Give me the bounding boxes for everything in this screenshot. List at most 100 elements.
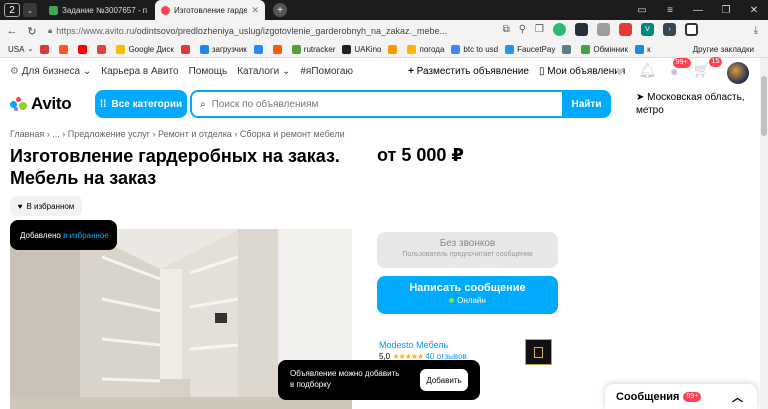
tab-close-icon[interactable]: ✕: [251, 5, 259, 16]
extension-green-icon[interactable]: [553, 23, 566, 36]
write-message-label: Написать сообщение: [409, 282, 526, 294]
avito-logo[interactable]: Avito: [10, 94, 72, 114]
catalogs-link[interactable]: Каталоги ⌄: [237, 66, 290, 77]
post-ad-link[interactable]: + Разместить объявление: [408, 66, 529, 77]
other-bookmarks-folder[interactable]: Другие закладки: [693, 45, 754, 54]
no-calls-subtitle: Пользователь предпочитает сообщения: [402, 251, 533, 258]
online-status: Онлайн: [457, 296, 486, 305]
search-button[interactable]: Найти: [562, 90, 611, 118]
bookmark-item[interactable]: загрузчик: [199, 45, 247, 54]
bookmark-item[interactable]: rutracker: [291, 45, 335, 54]
bookmark-item[interactable]: UAKino: [342, 45, 381, 54]
bookmark-label: FaucetPay: [517, 45, 556, 54]
bookmark-item[interactable]: Google Диск: [116, 45, 174, 54]
extension-red-icon[interactable]: [619, 23, 632, 36]
bookmarks-bar: USA ⌄ Google Диск загрузчик rutracker UAKino п…: [0, 42, 768, 58]
header-actions: + Разместить объявление ▯ Мои объявления: [408, 66, 625, 77]
tab-list-chevron-icon[interactable]: ⌄: [23, 3, 37, 17]
new-tab-button[interactable]: +: [273, 3, 287, 17]
all-categories-button[interactable]: ⁞⁞ Все категории: [95, 90, 187, 118]
messages-panel[interactable]: Сообщения 99+ ︿: [605, 384, 757, 409]
bookmark-item[interactable]: [562, 45, 574, 54]
extension-dark-icon[interactable]: [575, 23, 588, 36]
close-window-icon[interactable]: ✕: [740, 0, 768, 20]
bookmark-item[interactable]: [388, 45, 400, 54]
favorites-link[interactable]: в избранное: [63, 231, 109, 240]
url-field[interactable]: 🔒︎ https://www.avito.ru/odintsovo/predlo…: [48, 23, 468, 39]
cart-icon[interactable]: 🛒︎ 15: [693, 57, 723, 79]
maximize-icon[interactable]: ❐: [712, 0, 740, 20]
region-selector[interactable]: ➤ Московская область, метро: [636, 91, 746, 117]
tab-count-button[interactable]: 2: [4, 3, 20, 17]
seller-logo[interactable]: [525, 339, 552, 365]
chevron-up-icon[interactable]: ︿: [732, 389, 743, 405]
ya-pomogayu-link[interactable]: #яПомогаю: [300, 66, 353, 77]
extensions-area: ⧉ ⚲ ❒ V ›: [503, 23, 698, 36]
back-arrow-icon[interactable]: ←: [4, 25, 20, 37]
extension-arrow-icon[interactable]: ›: [663, 23, 676, 36]
bookmark-item[interactable]: [180, 45, 193, 54]
bookmark-item[interactable]: [272, 45, 285, 54]
bookmark-item[interactable]: [40, 45, 52, 54]
bookmark-item[interactable]: btc to usd: [451, 45, 498, 54]
tab-favicon-icon: [161, 5, 170, 15]
bookmark-label: погода: [419, 45, 445, 54]
notif-badge: 99+: [672, 57, 691, 68]
bookmark-item[interactable]: USA ⌄: [8, 45, 33, 54]
favorites-heart-icon[interactable]: ♥: [616, 63, 624, 79]
bookmark-item[interactable]: Обмінник: [581, 45, 628, 54]
avatar[interactable]: [727, 62, 749, 84]
plus-icon: +: [408, 66, 414, 77]
messages-icon[interactable]: ● 99+: [670, 57, 691, 79]
favorite-button[interactable]: ♥ В избранном: [10, 196, 82, 216]
url-path: /odintsovo/predlozheniya_uslug/izgotovle…: [134, 26, 448, 36]
messages-badge: 99+: [683, 391, 702, 402]
bookmark-item[interactable]: погода: [407, 45, 444, 54]
menu-icon[interactable]: ≡: [656, 0, 684, 20]
notifications-bell-icon[interactable]: 🔔︎: [638, 62, 656, 79]
page-scrollbar[interactable]: [760, 58, 768, 409]
career-link[interactable]: Карьера в Авито: [101, 66, 178, 77]
help-link[interactable]: Помощь: [189, 66, 228, 77]
search-input[interactable]: ⌕ Поиск по объявлениям: [190, 90, 565, 118]
bookmark-window-icon[interactable]: ▭: [628, 0, 656, 20]
bookmark-favicon-icon: [253, 45, 263, 54]
bookmark-item[interactable]: [97, 45, 109, 54]
for-business-link[interactable]: ⚙ Для бизнеса ⌄: [10, 66, 91, 77]
cart-badge: 15: [708, 57, 723, 67]
write-message-button[interactable]: Написать сообщение Онлайн: [377, 276, 558, 314]
extension-ring-icon[interactable]: [685, 23, 698, 36]
browser-tab-avito[interactable]: Изготовление гардероб ✕: [155, 0, 265, 20]
bookmark-item[interactable]: [78, 45, 90, 54]
seller-name[interactable]: Modesto Мебель: [379, 340, 448, 350]
breadcrumb[interactable]: Главная › ... › Предложение услуг › Ремо…: [10, 129, 345, 139]
copy-icon[interactable]: ⧉: [503, 24, 510, 35]
minimize-icon[interactable]: —: [684, 0, 712, 20]
browser-tab-bar: 2 ⌄ Задание №3007657 - про Изготовление …: [0, 0, 768, 20]
search-icon: ⌕: [200, 98, 206, 110]
bookmark-icon[interactable]: ❒: [535, 24, 544, 35]
online-dot-icon: [449, 298, 455, 304]
logo-text: Avito: [31, 94, 72, 113]
reload-icon[interactable]: ↻: [24, 25, 40, 38]
bookmark-item[interactable]: [253, 45, 266, 54]
extension-gray-icon[interactable]: [597, 23, 610, 36]
bookmark-item[interactable]: к: [635, 45, 651, 54]
bookmark-item[interactable]: [59, 45, 71, 54]
scrollbar-thumb[interactable]: [761, 76, 767, 136]
download-icon[interactable]: ⤓: [754, 25, 758, 36]
bookmark-favicon-icon: [451, 45, 461, 54]
my-ads-link[interactable]: ▯ Мои объявления: [539, 66, 625, 77]
bookmark-item[interactable]: FaucetPay: [505, 45, 555, 54]
browser-tab-task[interactable]: Задание №3007657 - про: [43, 0, 153, 20]
bookmark-favicon-icon: [342, 45, 352, 54]
url-host: https://www.avito.ru: [56, 26, 135, 36]
bookmark-favicon-icon: [388, 45, 398, 54]
bookmark-label: USA: [8, 45, 25, 54]
gear-icon: ⚙: [10, 66, 19, 77]
add-to-collection-button[interactable]: Добавить: [420, 369, 468, 391]
translate-icon[interactable]: ⚲: [519, 24, 526, 35]
extension-v-icon[interactable]: V: [641, 23, 654, 36]
tab-favicon-icon: [49, 5, 58, 15]
logo-dots-icon: [10, 97, 28, 111]
